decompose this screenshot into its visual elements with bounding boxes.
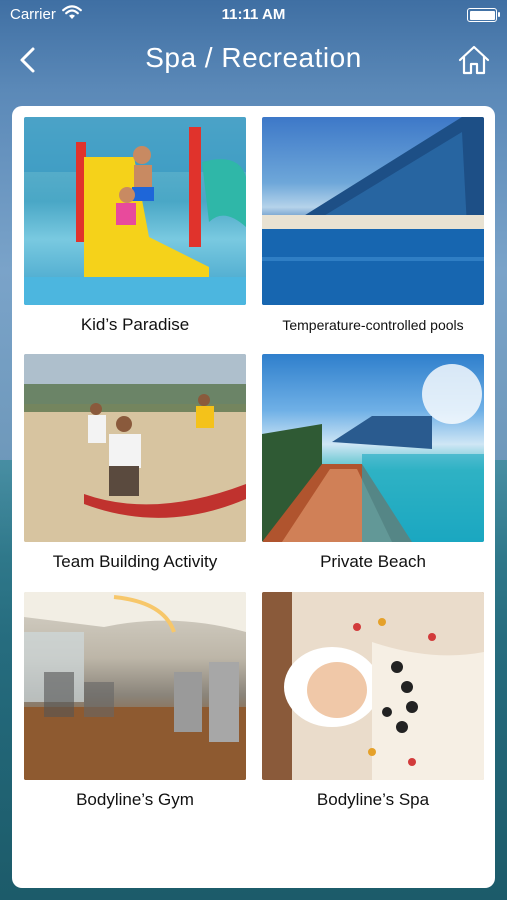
kids-paradise-image [24,117,246,305]
bodylines-gym-image [24,592,246,780]
tile-temperature-controlled-pools[interactable]: Temperature-controlled pools [262,117,484,333]
content-card: Kid’s Paradise Temperature-controlled po… [12,106,495,888]
status-time: 11:11 AM [221,6,286,23]
tile-team-building-activity[interactable]: Team Building Activity [24,354,246,572]
bodylines-spa-image [262,592,484,780]
tile-label: Private Beach [320,552,426,571]
tile-label: Team Building Activity [52,552,218,571]
status-bar: Carrier 11:11 AM [0,0,507,30]
tile-label: Kid’s Paradise [80,315,190,334]
tile-label: Bodyline’s Spa [316,790,430,809]
tile-label: Temperature-controlled pools [282,317,464,333]
navigation-bar: Spa / Recreation [0,30,507,92]
battery-icon [467,8,500,22]
tile-private-beach[interactable]: Private Beach [262,354,484,572]
page-title: Spa / Recreation [145,42,362,73]
team-building-activity-image [24,354,246,542]
tile-bodylines-spa[interactable]: Bodyline’s Spa [262,592,484,810]
temperature-controlled-pools-image [262,117,484,305]
tile-bodylines-gym[interactable]: Bodyline’s Gym [24,592,246,810]
tile-kids-paradise[interactable]: Kid’s Paradise [24,117,246,335]
home-icon[interactable] [457,43,491,77]
private-beach-image [262,354,484,542]
tile-label: Bodyline’s Gym [76,790,194,809]
